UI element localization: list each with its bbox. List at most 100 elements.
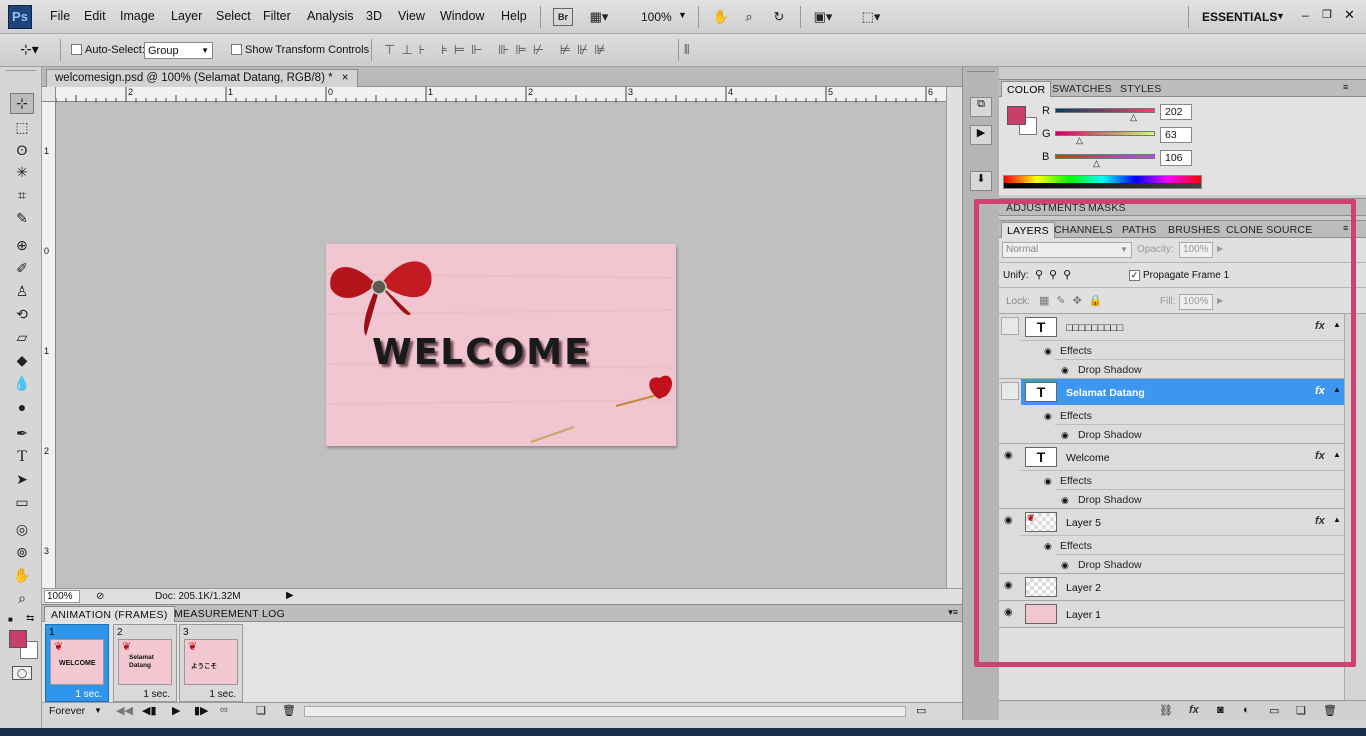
auto-select-checkbox[interactable] — [71, 44, 82, 55]
tab-animation-frames[interactable]: ANIMATION (FRAMES) — [44, 606, 175, 622]
chevron-right-icon[interactable]: ▶ — [1217, 244, 1223, 253]
frame-delay[interactable]: 1 sec. — [180, 689, 242, 700]
layer-row[interactable]: ◉ T Welcome fx ▲ ◉ Effects ◉ Drop Shadow — [999, 444, 1344, 509]
adjustment-layer-icon[interactable]: ◐ — [1243, 704, 1250, 716]
crop-tool-icon[interactable]: ⌗ — [10, 185, 34, 206]
layer-name[interactable]: □□□□□□□□□ — [1066, 322, 1123, 334]
eye-icon[interactable]: ◉ — [1004, 607, 1013, 618]
collapse-effects-icon[interactable]: ▲ — [1333, 385, 1341, 394]
eye-icon[interactable]: ◉ — [1044, 411, 1052, 422]
horizontal-scrollbar[interactable] — [304, 706, 906, 717]
eye-icon[interactable]: ◉ — [1044, 476, 1052, 487]
tab-clone-source[interactable]: CLONE SOURCE — [1221, 222, 1317, 239]
fx-icon[interactable]: fx — [1315, 450, 1325, 462]
r-slider-thumb[interactable]: △ — [1130, 112, 1137, 123]
3d-rotate-icon[interactable]: ◎ — [10, 519, 34, 540]
eye-icon[interactable]: ◉ — [1004, 515, 1013, 526]
type-tool-icon[interactable]: T — [10, 446, 34, 467]
clone-stamp-icon[interactable]: ♙ — [10, 281, 34, 302]
move-tool-icon[interactable]: ⊹ — [10, 93, 34, 114]
eye-icon[interactable]: ◉ — [1061, 560, 1069, 571]
status-menu-arrow-icon[interactable]: ▶ — [286, 590, 294, 601]
workspace-switcher[interactable]: ESSENTIALS — [1202, 10, 1277, 24]
tab-swatches[interactable]: SWATCHES — [1047, 81, 1117, 98]
add-mask-icon[interactable]: ◙ — [1217, 704, 1224, 716]
first-frame-icon[interactable]: ◀◀ — [116, 704, 133, 717]
opacity-input[interactable]: 100% — [1179, 242, 1213, 258]
brush-tool-icon[interactable]: ✐ — [10, 258, 34, 279]
collapse-effects-icon[interactable]: ▲ — [1333, 450, 1341, 459]
fx-icon[interactable]: fx — [1315, 515, 1325, 527]
animation-frame-2[interactable]: 2 ❦ Selamat Datang 1 sec. — [113, 624, 177, 702]
navigator-panel-icon[interactable]: ⬇ — [970, 171, 992, 191]
color-ramp[interactable] — [1003, 175, 1202, 189]
layers-scrollbar[interactable] — [1344, 314, 1366, 700]
tween-icon[interactable]: ∞ — [220, 704, 228, 716]
menu-select[interactable]: Select — [216, 9, 251, 23]
tab-channels[interactable]: CHANNELS — [1049, 222, 1118, 239]
pen-tool-icon[interactable]: ✒ — [10, 423, 34, 444]
document-canvas[interactable]: WELCOME — [326, 244, 676, 446]
auto-align-icon[interactable]: ⫴ — [684, 42, 689, 58]
panel-grip[interactable] — [6, 70, 36, 75]
layer-name[interactable]: Layer 1 — [1066, 609, 1101, 621]
visibility-toggle-off[interactable] — [1001, 317, 1019, 335]
quick-mask-icon[interactable]: ◯ — [12, 666, 32, 680]
swap-colors-icon[interactable]: ⇆ — [26, 613, 34, 624]
lock-icons[interactable]: ▦✎✥🔒 — [1039, 294, 1110, 307]
fx-icon[interactable]: fx — [1315, 320, 1325, 332]
layer-row-selected[interactable]: T Selamat Datang fx ▲ ◉ Effects ◉ Drop S… — [999, 379, 1344, 444]
magic-wand-icon[interactable]: ✳ — [10, 162, 34, 183]
menu-view[interactable]: View — [398, 9, 425, 23]
history-brush-icon[interactable]: ⟲ — [10, 304, 34, 325]
unify-icons[interactable]: ⚲⚲⚲ — [1035, 268, 1077, 281]
new-layer-icon[interactable]: ❏ — [1296, 704, 1306, 717]
delete-layer-icon[interactable]: 🗑 — [1323, 704, 1337, 717]
horizontal-ruler[interactable]: 2 1 0 1 2 3 4 5 6 — [56, 87, 946, 102]
tab-color[interactable]: COLOR — [1001, 81, 1052, 98]
fx-icon[interactable]: fx — [1315, 385, 1325, 397]
history-panel-icon[interactable]: ⧉ — [970, 97, 992, 117]
vertical-scrollbar[interactable] — [946, 87, 962, 588]
tab-paths[interactable]: PATHS — [1117, 222, 1161, 239]
eraser-tool-icon[interactable]: ▱ — [10, 327, 34, 348]
tab-measurement-log[interactable]: MEASUREMENT LOG — [168, 606, 291, 622]
chevron-down-icon[interactable]: ▼ — [678, 10, 687, 20]
r-value-input[interactable]: 202 — [1160, 104, 1192, 120]
3d-orbit-icon[interactable]: ⊚ — [10, 542, 34, 563]
minimize-icon[interactable]: – — [1302, 8, 1309, 22]
marquee-tool-icon[interactable]: ⬚ — [10, 117, 34, 138]
chevron-down-icon[interactable]: ▼ — [1276, 11, 1285, 21]
b-slider-thumb[interactable]: △ — [1093, 158, 1100, 169]
panel-menu-icon[interactable]: ▾≡ — [948, 607, 958, 618]
g-slider[interactable] — [1055, 131, 1155, 136]
screen-mode-icon[interactable]: ⬚▾ — [860, 6, 882, 28]
eye-icon[interactable]: ◉ — [1004, 580, 1013, 591]
default-colors-icon[interactable]: ■ — [8, 615, 13, 624]
menu-layer[interactable]: Layer — [171, 9, 202, 23]
arrange-documents-icon[interactable]: ▣▾ — [812, 6, 834, 28]
prev-frame-icon[interactable]: ◀▮ — [142, 704, 157, 717]
frame-delay[interactable]: 1 sec. — [46, 689, 108, 700]
zoom-tool-icon[interactable]: ⌕ — [10, 588, 34, 609]
canvas-area[interactable]: WELCOME — [56, 102, 946, 588]
menu-edit[interactable]: Edit — [84, 9, 106, 23]
eye-icon[interactable]: ◉ — [1044, 346, 1052, 357]
eye-icon[interactable]: ◉ — [1061, 365, 1069, 376]
actions-panel-icon[interactable]: ▶ — [970, 125, 992, 145]
panel-menu-icon[interactable]: ≡ — [1343, 82, 1348, 92]
panel-menu-icon[interactable]: ≡ — [1343, 223, 1348, 233]
vertical-ruler[interactable]: 1 0 1 2 3 — [42, 102, 56, 588]
add-style-icon[interactable]: fx — [1189, 704, 1199, 716]
align-distribute-icons[interactable]: ⊤⊥⊦ ⊧⊨⊩ ⊪⊫⊬ ⊭⊮⊯ — [384, 42, 674, 58]
close-icon[interactable]: ✕ — [1344, 7, 1355, 23]
document-tab[interactable]: welcomesign.psd @ 100% (Selamat Datang, … — [46, 69, 358, 87]
visibility-toggle-off[interactable] — [1001, 382, 1019, 400]
propagate-checkbox[interactable]: ✓ — [1129, 270, 1140, 281]
g-slider-thumb[interactable]: △ — [1076, 135, 1083, 146]
rotate-view-icon[interactable]: ↻ — [768, 6, 790, 28]
collapse-effects-icon[interactable]: ▲ — [1333, 320, 1341, 329]
path-selection-icon[interactable]: ➤ — [10, 469, 34, 490]
convert-timeline-icon[interactable]: ▭ — [916, 704, 926, 717]
collapse-effects-icon[interactable]: ▲ — [1333, 515, 1341, 524]
